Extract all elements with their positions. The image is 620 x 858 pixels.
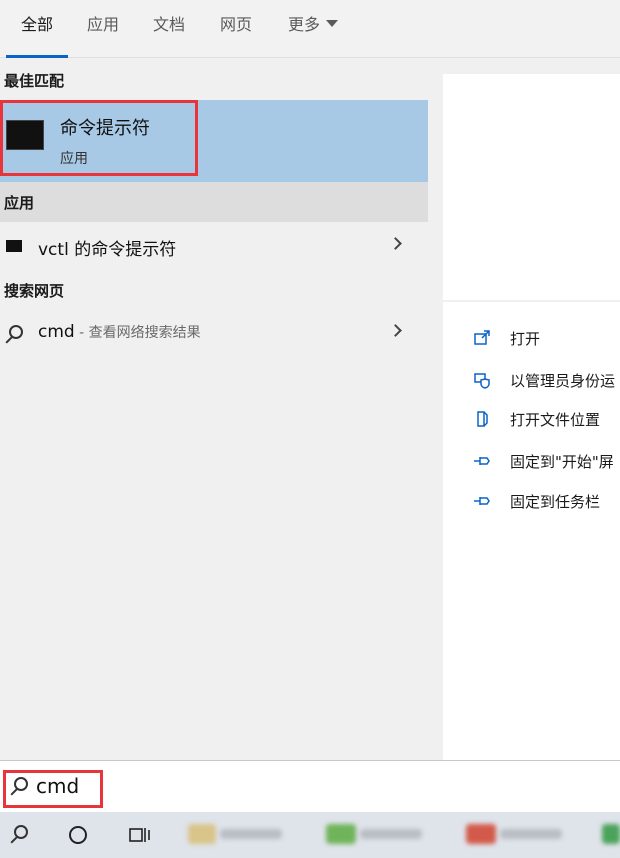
web-result-query: cmd [38,322,75,342]
action-pin-to-taskbar-label: 固定到任务栏 [510,493,601,511]
app-label-blurred [500,829,562,839]
app-label-blurred [360,829,422,839]
search-icon [14,777,28,791]
app-icon [602,824,620,844]
best-match-subtitle: 应用 [60,151,88,167]
app-icon [466,824,496,844]
app-icon [188,824,216,844]
web-result-text: cmd - 查看网络搜索结果 [38,322,201,342]
open-icon [474,330,490,345]
app-label-blurred [220,829,282,839]
action-run-as-admin-label: 以管理员身份运 [510,372,616,390]
search-input[interactable] [36,771,436,801]
search-icon [9,325,23,339]
tab-web[interactable]: 网页 [215,0,257,58]
action-open-label: 打开 [510,330,541,348]
cmd-icon [6,120,44,150]
cortana-button[interactable] [55,812,103,858]
tab-more[interactable]: 更多 [282,0,344,58]
action-pin-to-start[interactable]: 固定到"开始"屏 [473,446,620,478]
best-match-title: 命令提示符 [60,118,150,139]
task-view-icon [129,828,150,842]
app-preview-card [443,74,620,300]
results-list: 最佳匹配 命令提示符 应用 应用 vctl 的命令提示符 搜索网页 cmd - … [0,58,428,760]
tab-apps[interactable]: 应用 [82,0,124,58]
action-open[interactable]: 打开 [473,323,620,355]
search-scope-tabs: 全部 应用 文档 网页 更多 [0,0,620,58]
preview-pane: 打开 以管理员身份运 打开文件位置 固定到"开始"屏 固定到任务栏 [428,58,620,760]
app-icon [326,824,356,844]
cmd-icon [6,240,22,252]
actions-list: 打开 以管理员身份运 打开文件位置 固定到"开始"屏 固定到任务栏 [443,302,620,760]
section-header-web: 搜索网页 [4,282,65,300]
task-view-button[interactable] [115,812,163,858]
section-header-best-match: 最佳匹配 [4,72,65,90]
pin-icon [474,457,490,465]
action-open-file-location[interactable]: 打开文件位置 [473,404,620,436]
tab-more-label: 更多 [287,15,320,34]
tab-documents[interactable]: 文档 [148,0,190,58]
run-as-admin-icon [474,373,490,389]
tab-all[interactable]: 全部 [6,0,68,58]
action-pin-to-start-label: 固定到"开始"屏 [510,453,614,471]
taskbar [0,812,620,858]
section-header-apps: 应用 [4,194,35,212]
taskbar-app-2[interactable] [320,812,430,858]
chevron-right-icon[interactable] [389,237,402,250]
taskbar-app-4[interactable] [598,812,620,858]
web-result-suffix: - 查看网络搜索结果 [74,325,201,341]
apps-section-bar: 应用 [0,182,428,222]
app-result-label: vctl 的命令提示符 [38,240,177,260]
search-box[interactable] [0,760,620,812]
cortana-icon [69,826,87,844]
web-result-cmd[interactable]: cmd - 查看网络搜索结果 [0,312,428,356]
best-match-item[interactable]: 命令提示符 应用 [0,100,428,182]
action-open-file-location-label: 打开文件位置 [510,411,601,429]
search-icon [14,825,28,839]
taskbar-search-button[interactable] [0,812,50,858]
action-pin-to-taskbar[interactable]: 固定到任务栏 [473,486,620,518]
action-run-as-admin[interactable]: 以管理员身份运 [473,365,620,397]
chevron-down-icon [326,20,338,27]
file-location-icon [477,411,488,427]
taskbar-app-1[interactable] [180,812,290,858]
taskbar-app-3[interactable] [460,812,570,858]
chevron-right-icon[interactable] [389,324,402,337]
app-result-vctl-cmd[interactable]: vctl 的命令提示符 [0,225,428,269]
pin-icon [474,497,490,505]
